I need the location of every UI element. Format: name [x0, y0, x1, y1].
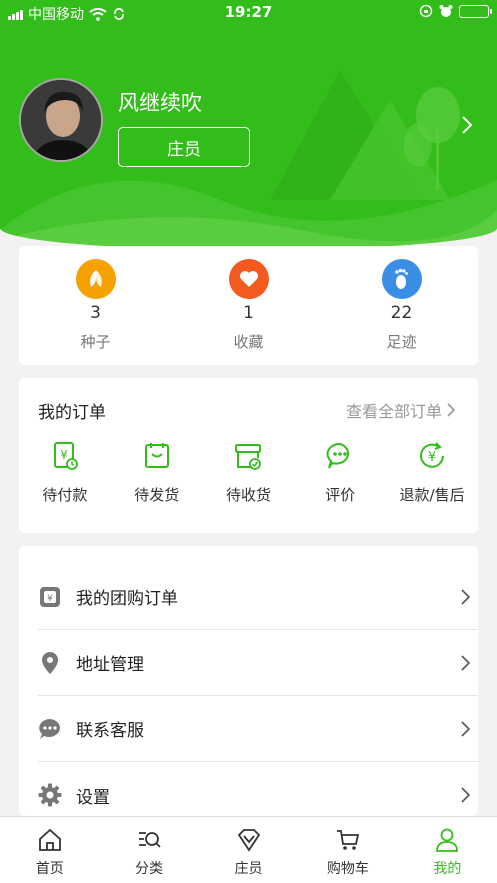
menu-item-group-buy[interactable]: ¥ 我的团购订单	[38, 564, 478, 630]
order-review[interactable]: 评价	[294, 440, 386, 505]
stats-card: 3 种子 1 收藏 22 足迹	[19, 246, 478, 365]
footprint-icon	[381, 259, 422, 299]
stat-favorites[interactable]: 1 收藏	[172, 246, 325, 365]
order-label: 退款/售后	[399, 486, 465, 504]
svg-text:¥: ¥	[60, 448, 68, 462]
tab-label: 首页	[35, 861, 64, 877]
stat-seeds[interactable]: 3 种子	[19, 246, 172, 365]
menu-label: 设置	[76, 787, 110, 808]
stat-label: 收藏	[233, 333, 264, 351]
status-bar: 中国移动 19:27	[0, 0, 497, 26]
chevron-right-icon	[461, 588, 471, 605]
battery-icon	[459, 4, 492, 18]
tab-bar: 首页 分类 庄员 购物车 我的	[0, 816, 497, 883]
order-refund[interactable]: ¥ 退款/售后	[386, 440, 478, 505]
review-icon	[326, 442, 350, 469]
gear-icon	[38, 783, 62, 807]
view-all-orders-link[interactable]: 查看全部订单	[346, 398, 456, 422]
chevron-right-icon	[447, 403, 456, 417]
stat-value: 3	[90, 303, 101, 323]
refund-icon: ¥	[420, 442, 445, 468]
menu-card: ¥ 我的团购订单 地址管理 联系客服 设置	[19, 546, 478, 816]
lock-rotation-icon	[419, 4, 433, 18]
pending-payment-icon: ¥	[53, 442, 78, 470]
order-label: 待发货	[134, 486, 180, 504]
home-icon	[38, 828, 61, 851]
profile-header: 中国移动 19:27 风继续吹 庄员	[0, 0, 497, 250]
menu-label: 联系客服	[76, 721, 144, 741]
order-label: 待付款	[42, 486, 88, 504]
chevron-right-icon	[461, 787, 471, 803]
order-pending-receive[interactable]: 待收货	[203, 440, 295, 505]
group-buy-icon: ¥	[38, 585, 62, 609]
tab-cart[interactable]: 购物车	[298, 817, 397, 883]
orders-title: 我的订单	[38, 403, 106, 423]
menu-item-customer-service[interactable]: 联系客服	[38, 696, 478, 762]
chevron-right-icon	[461, 720, 471, 737]
tab-profile[interactable]: 我的	[398, 817, 497, 883]
location-icon	[38, 651, 62, 675]
menu-item-address[interactable]: 地址管理	[38, 630, 478, 696]
tab-label: 购物车	[326, 861, 369, 877]
svg-text:¥: ¥	[47, 594, 53, 604]
pending-ship-icon	[144, 443, 169, 468]
tab-label: 我的	[433, 861, 462, 877]
cart-icon	[336, 830, 360, 850]
tab-home[interactable]: 首页	[0, 817, 99, 883]
order-pending-ship[interactable]: 待发货	[111, 440, 203, 505]
svg-text:¥: ¥	[428, 450, 436, 465]
stat-label: 足迹	[386, 333, 417, 351]
stat-footprints[interactable]: 22 足迹	[325, 246, 478, 365]
tab-category[interactable]: 分类	[99, 817, 198, 883]
order-label: 待收货	[225, 486, 271, 504]
chat-icon	[38, 717, 62, 741]
menu-label: 地址管理	[76, 655, 144, 675]
seed-icon	[75, 259, 116, 299]
alarm-icon	[439, 5, 453, 17]
menu-item-settings[interactable]: 设置	[38, 762, 478, 816]
tab-label: 庄员	[234, 861, 263, 877]
tab-label: 分类	[135, 861, 164, 877]
category-icon	[139, 832, 161, 848]
heart-icon	[228, 259, 269, 299]
menu-label: 我的团购订单	[76, 589, 178, 609]
orders-card: 我的订单 查看全部订单 ¥ 待付款 待发货 待收货 评价 ¥ 退款/售后	[19, 378, 478, 533]
order-label: 评价	[325, 486, 356, 504]
order-pending-payment[interactable]: ¥ 待付款	[19, 440, 111, 505]
chevron-right-icon	[461, 654, 471, 671]
stat-value: 1	[243, 303, 254, 323]
member-icon	[237, 829, 260, 852]
chevron-right-icon[interactable]	[459, 114, 475, 136]
pending-receive-icon	[235, 444, 262, 470]
tab-member[interactable]: 庄员	[199, 817, 298, 883]
stat-label: 种子	[80, 333, 111, 351]
username: 风继续吹	[118, 91, 202, 115]
view-all-orders-label: 查看全部订单	[345, 402, 442, 421]
stat-value: 22	[390, 303, 413, 323]
profile-icon	[436, 828, 459, 852]
avatar[interactable]	[19, 78, 103, 162]
member-button[interactable]: 庄员	[118, 127, 250, 167]
